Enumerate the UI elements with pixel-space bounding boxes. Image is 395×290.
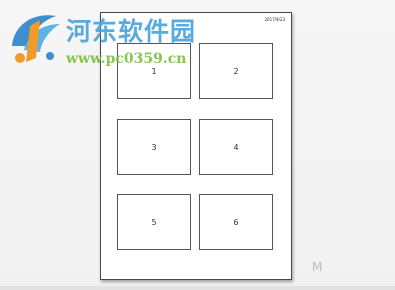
slide-thumbnail-2[interactable]: 2 bbox=[199, 43, 273, 99]
slide-number: 4 bbox=[233, 142, 239, 152]
slide-number: 1 bbox=[151, 66, 157, 76]
slide-number: 6 bbox=[233, 217, 239, 227]
print-preview-canvas: 2017/9/23 1 2 3 4 5 6 河东软件园 www.pc0359.c… bbox=[0, 0, 395, 290]
print-preview-page: 2017/9/23 1 2 3 4 5 6 bbox=[100, 12, 292, 280]
slide-number: 2 bbox=[233, 66, 239, 76]
slide-number: 5 bbox=[151, 217, 157, 227]
slide-thumbnail-6[interactable]: 6 bbox=[199, 194, 273, 250]
corner-mark: M bbox=[312, 260, 323, 274]
slide-thumbnail-5[interactable]: 5 bbox=[117, 194, 191, 250]
slide-thumbnail-3[interactable]: 3 bbox=[117, 119, 191, 175]
page-header-date: 2017/9/23 bbox=[264, 17, 285, 22]
slide-number: 3 bbox=[151, 142, 157, 152]
slide-thumbnail-4[interactable]: 4 bbox=[199, 119, 273, 175]
slide-thumbnail-1[interactable]: 1 bbox=[117, 43, 191, 99]
watermark-logo-icon bbox=[12, 15, 60, 63]
bottom-strip bbox=[0, 286, 395, 290]
